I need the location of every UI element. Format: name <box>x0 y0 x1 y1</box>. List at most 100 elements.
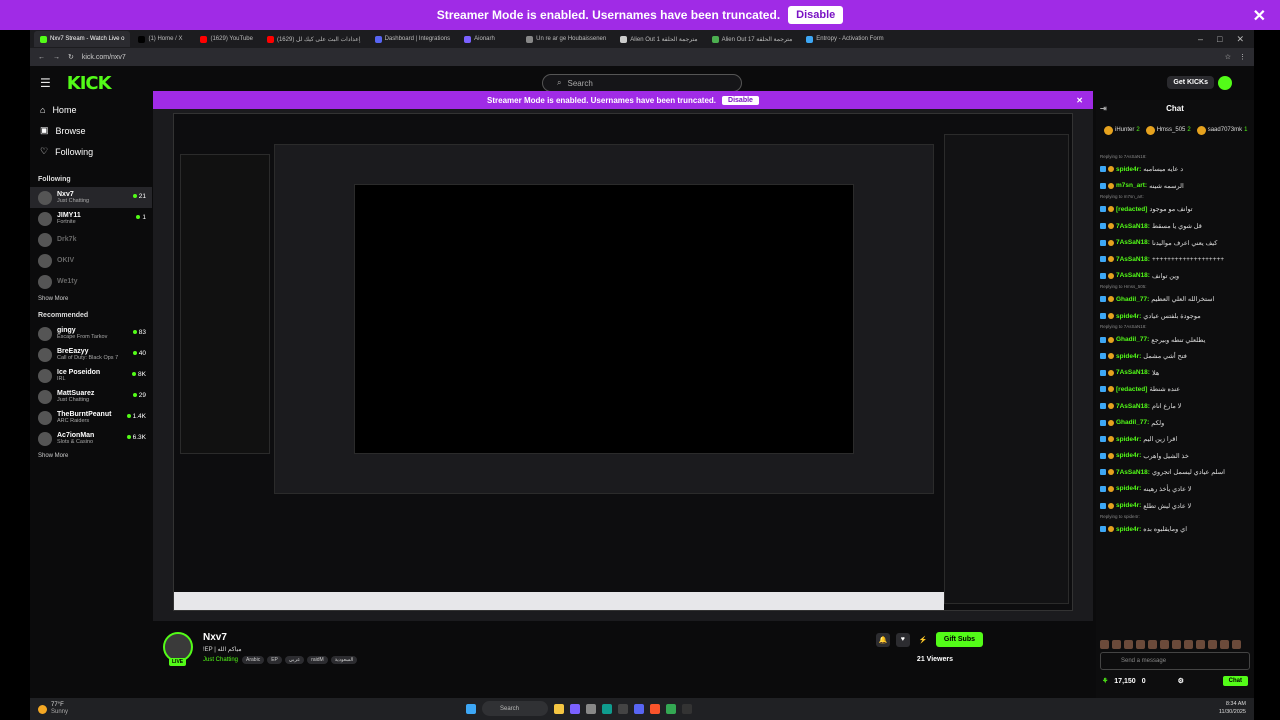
chat-message[interactable]: 7AsSaN18: كيف يعني اعرف مواليدنا <box>1100 234 1250 251</box>
browser-tab[interactable]: Aionarh <box>458 31 518 47</box>
video-player[interactable]: Streamer Mode is enabled. Usernames have… <box>153 91 1093 621</box>
chat-username[interactable]: spide4r: <box>1116 502 1141 509</box>
disable-button[interactable]: Disable <box>788 6 844 24</box>
streamer-name[interactable]: Nxv7 <box>203 632 227 643</box>
nav-following[interactable]: ♡ Following <box>30 141 152 162</box>
chat-message[interactable]: spide4r: اي ومايقلبوه بده <box>1100 521 1250 538</box>
obs-icon[interactable] <box>682 703 692 714</box>
hamburger-icon[interactable]: ☰ <box>40 76 51 90</box>
chat-message[interactable]: 7AsSaN18: قل شوي يا مسقط <box>1100 218 1250 235</box>
follow-heart-icon[interactable]: ♥ <box>895 632 910 647</box>
channel-item[interactable]: We1ty <box>30 271 152 292</box>
chat-username[interactable]: spide4r: <box>1116 353 1141 360</box>
chat-message[interactable]: 7AsSaN18: اسلم عيادي ليسمل اتجروي <box>1100 464 1250 481</box>
show-more-recommended[interactable]: Show More <box>30 449 152 463</box>
chat-input[interactable]: Send a message <box>1100 652 1250 670</box>
gift-subs-button[interactable]: Gift Subs <box>935 632 983 647</box>
browser-tab[interactable]: (1) Home / X <box>132 31 192 47</box>
channel-item[interactable]: Ice Poseidon IRL 8K <box>30 365 152 386</box>
edge-icon[interactable] <box>602 703 612 714</box>
chat-username[interactable]: 7AsSaN18: <box>1116 469 1150 476</box>
chat-message[interactable]: spide4r: د عايه ميسامبه <box>1100 161 1250 178</box>
chat-message[interactable]: 7AsSaN18: وين توانف <box>1100 268 1250 285</box>
channel-item[interactable]: BreEazyy Call of Duty: Black Ops 7 40 <box>30 344 152 365</box>
weather-widget[interactable]: 77°F Sunny <box>30 702 68 715</box>
forward-icon[interactable]: → <box>53 54 60 61</box>
maximize-icon[interactable]: □ <box>1217 34 1222 45</box>
kick-logo[interactable]: KICK <box>67 73 112 94</box>
chat-message[interactable]: Ghadil_77: يطلعلي تنطه وبيرجع <box>1100 331 1250 348</box>
browser-tab[interactable]: (1629) YouTube <box>194 31 258 47</box>
brave-icon[interactable] <box>650 703 660 714</box>
channel-item[interactable]: Drk7k <box>30 229 152 250</box>
chat-username[interactable]: 7AsSaN18: <box>1116 256 1150 263</box>
close-icon[interactable]: ✕ <box>1253 6 1266 26</box>
discord-icon[interactable] <box>634 703 644 714</box>
chat-message[interactable]: Ghadil_77: استخرالله العلي العظيم <box>1100 291 1250 308</box>
chat-message[interactable]: Ghadil_77: ولكم <box>1100 414 1250 431</box>
chat-username[interactable]: spide4r: <box>1116 166 1141 173</box>
chat-username[interactable]: [redacted] <box>1116 386 1147 393</box>
channel-item[interactable]: JIMY11 Fortnite 1 <box>30 208 152 229</box>
chat-username[interactable]: [redacted] <box>1116 206 1147 213</box>
chrome-icon[interactable] <box>666 703 676 714</box>
chat-message[interactable]: spide4r: لا عادي يأخذ رهينه <box>1100 481 1250 498</box>
chat-send-button[interactable]: Chat <box>1222 676 1248 686</box>
url-field[interactable]: kick.com/nxv7 <box>82 54 1217 61</box>
channel-item[interactable]: gingy Escape From Tarkov 83 <box>30 323 152 344</box>
bookmark-icon[interactable]: ☆ <box>1225 53 1231 61</box>
chat-username[interactable]: 7AsSaN18: <box>1116 403 1150 410</box>
chat-username[interactable]: spide4r: <box>1116 526 1141 533</box>
taskbar-search[interactable]: Search <box>482 701 548 716</box>
chat-message[interactable]: spide4r: موجودة بلفتس عيادي <box>1100 308 1250 325</box>
chat-message[interactable]: m7sn_art: الرسمه شينه <box>1100 178 1250 195</box>
back-icon[interactable]: ← <box>38 54 45 61</box>
channel-item[interactable]: TheBurntPeanut ARC Raiders 1.4K <box>30 407 152 428</box>
chat-message[interactable]: 7AsSaN18: +++++++++++++++++++ <box>1100 251 1250 268</box>
app-icon[interactable] <box>618 703 628 714</box>
chat-message[interactable]: spide4r: خذ الشيل واهرب <box>1100 448 1250 465</box>
chat-username[interactable]: spide4r: <box>1116 313 1141 320</box>
chat-username[interactable]: 7AsSaN18: <box>1116 223 1150 230</box>
browser-tab[interactable]: Dashboard | Integrations <box>369 31 457 47</box>
channel-item[interactable]: Nxv7 Just Chatting 21 <box>30 187 152 208</box>
stream-tag[interactable]: عربي <box>284 656 305 664</box>
windows-start-icon[interactable] <box>466 703 476 714</box>
chat-message[interactable]: [redacted] توانف مو موجود <box>1100 201 1250 218</box>
chat-message[interactable]: 7AsSaN18: لا مارع انام <box>1100 398 1250 415</box>
chat-username[interactable]: Ghadil_77: <box>1116 336 1149 343</box>
chat-message[interactable]: spide4r: اقرا زين اليم <box>1100 431 1250 448</box>
emote-bar[interactable] <box>1100 640 1241 652</box>
photos-icon[interactable] <box>570 703 580 714</box>
chat-message[interactable]: 7AsSaN18: هلا <box>1100 365 1250 382</box>
nav-browse[interactable]: ▣ Browse <box>30 120 152 141</box>
close-window-icon[interactable]: ✕ <box>1236 34 1244 45</box>
channel-item[interactable]: Ac7ionMan Slots & Casino 6.3K <box>30 428 152 449</box>
show-more-following[interactable]: Show More <box>30 292 152 306</box>
stream-tag[interactable]: Arabic <box>242 656 265 664</box>
chat-username[interactable]: 7AsSaN18: <box>1116 239 1150 246</box>
folder-icon[interactable] <box>554 703 564 714</box>
channel-item[interactable]: OKIV <box>30 250 152 271</box>
channel-item[interactable]: MattSuarez Just Chatting 29 <box>30 386 152 407</box>
menu-icon[interactable]: ⋮ <box>1239 53 1246 61</box>
collapse-chat-icon[interactable]: ⇥ <box>1100 104 1107 113</box>
browser-tab[interactable]: Un re ar ge Houbaissenen <box>520 31 612 47</box>
chat-message[interactable]: spide4r: لا عادي ليش تطلع <box>1100 497 1250 514</box>
settings-icon[interactable]: ⚙ <box>1178 677 1184 685</box>
stream-tag[interactable]: السعودية <box>330 656 358 664</box>
browser-tab[interactable]: إعدادات البث على كيك لل (1629) <box>261 31 367 47</box>
settings-app-icon[interactable] <box>586 703 596 714</box>
user-avatar[interactable] <box>1218 76 1232 90</box>
bell-icon[interactable]: 🔔 <box>875 632 890 647</box>
chat-username[interactable]: spide4r: <box>1116 436 1141 443</box>
system-clock[interactable]: 8:34 AM 11/30/2025 <box>1219 701 1246 716</box>
reload-icon[interactable]: ↻ <box>68 53 74 61</box>
stream-category[interactable]: Just Chatting <box>203 657 238 663</box>
minimize-icon[interactable]: – <box>1198 34 1203 45</box>
stream-tag[interactable]: EP <box>267 656 282 664</box>
stream-tag[interactable]: raidM <box>307 656 328 664</box>
chat-message[interactable]: [redacted] عنده شنطة <box>1100 381 1250 398</box>
chat-username[interactable]: 7AsSaN18: <box>1116 272 1150 279</box>
browser-tab[interactable]: Entropy - Activation Form <box>800 31 889 47</box>
